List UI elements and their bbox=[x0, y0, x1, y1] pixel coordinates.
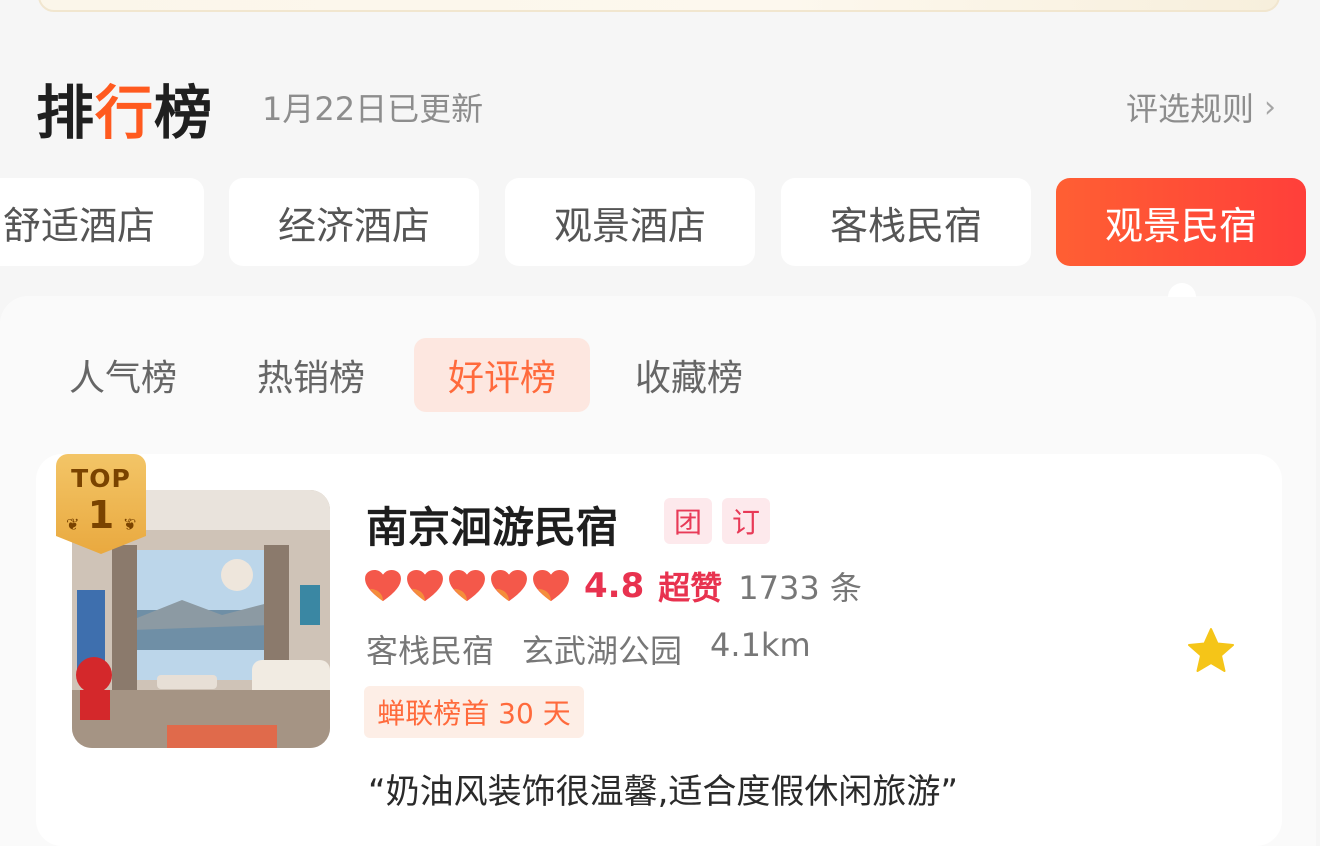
rank-streak-badge: 蝉联榜首 30 天 bbox=[364, 686, 584, 738]
heart-rating-icon bbox=[533, 569, 569, 602]
rating-score: 4.8 bbox=[584, 566, 645, 606]
category-tab-inn-bnb[interactable]: 客栈民宿 bbox=[781, 178, 1031, 266]
chevron-right-icon: › bbox=[1264, 89, 1276, 125]
sub-tab-top-rated[interactable]: 好评榜 bbox=[414, 338, 590, 412]
category-tabs: 舒适酒店 经济酒店 观景酒店 客栈民宿 观景民宿 bbox=[0, 178, 1320, 268]
ranking-header: 排行榜 1月22日已更新 评选规则 › bbox=[0, 60, 1320, 150]
heart-rating-icon bbox=[407, 569, 443, 602]
booking-tag: 订 bbox=[722, 498, 770, 544]
listing-distance: 4.1km bbox=[710, 626, 811, 664]
rating-label: 超赞 bbox=[658, 569, 723, 607]
badge-top-label: TOP bbox=[71, 464, 131, 493]
laurel-right-icon: ❦ bbox=[122, 515, 136, 534]
review-count[interactable]: 1733 条 bbox=[738, 563, 862, 609]
category-tab-budget-hotel[interactable]: 经济酒店 bbox=[229, 178, 479, 266]
listing-meta: 客栈民宿 玄武湖公园 4.1km bbox=[366, 626, 811, 672]
review-quote: “奶油风装饰很温馨,适合度假休闲旅游” bbox=[368, 772, 959, 812]
category-tab-view-bnb[interactable]: 观景民宿 bbox=[1056, 178, 1306, 266]
update-date: 1月22日已更新 bbox=[262, 90, 484, 128]
top-rank-badge: TOP 1 ❦ ❦ bbox=[56, 454, 146, 554]
active-tab-indicator bbox=[1168, 283, 1196, 297]
sub-tab-bestselling[interactable]: 热销榜 bbox=[244, 338, 378, 412]
promo-banner[interactable] bbox=[38, 0, 1280, 12]
star-icon[interactable] bbox=[1186, 626, 1236, 676]
group-buy-tag: 团 bbox=[664, 498, 712, 544]
page-title: 排行榜 bbox=[36, 79, 214, 147]
heart-rating-icon bbox=[365, 569, 401, 602]
heart-rating-icon bbox=[449, 569, 485, 602]
sub-tabs: 人气榜 热销榜 好评榜 收藏榜 bbox=[0, 338, 1320, 412]
category-tab-view-hotel[interactable]: 观景酒店 bbox=[505, 178, 755, 266]
listing-name[interactable]: 南京洄游民宿 bbox=[366, 494, 618, 555]
listing-type: 客栈民宿 bbox=[366, 632, 495, 670]
rules-link[interactable]: 评选规则 › bbox=[1126, 84, 1276, 130]
sub-tab-most-saved[interactable]: 收藏榜 bbox=[622, 338, 756, 412]
listing-location: 玄武湖公园 bbox=[522, 632, 683, 670]
rules-label: 评选规则 bbox=[1125, 90, 1254, 128]
laurel-left-icon: ❦ bbox=[66, 515, 80, 534]
rating-row: 4.8 超赞 1733 条 bbox=[364, 564, 862, 608]
sub-tab-popular[interactable]: 人气榜 bbox=[56, 338, 190, 412]
heart-rating-icon bbox=[491, 569, 527, 602]
category-tab-comfort-hotel[interactable]: 舒适酒店 bbox=[0, 178, 204, 266]
